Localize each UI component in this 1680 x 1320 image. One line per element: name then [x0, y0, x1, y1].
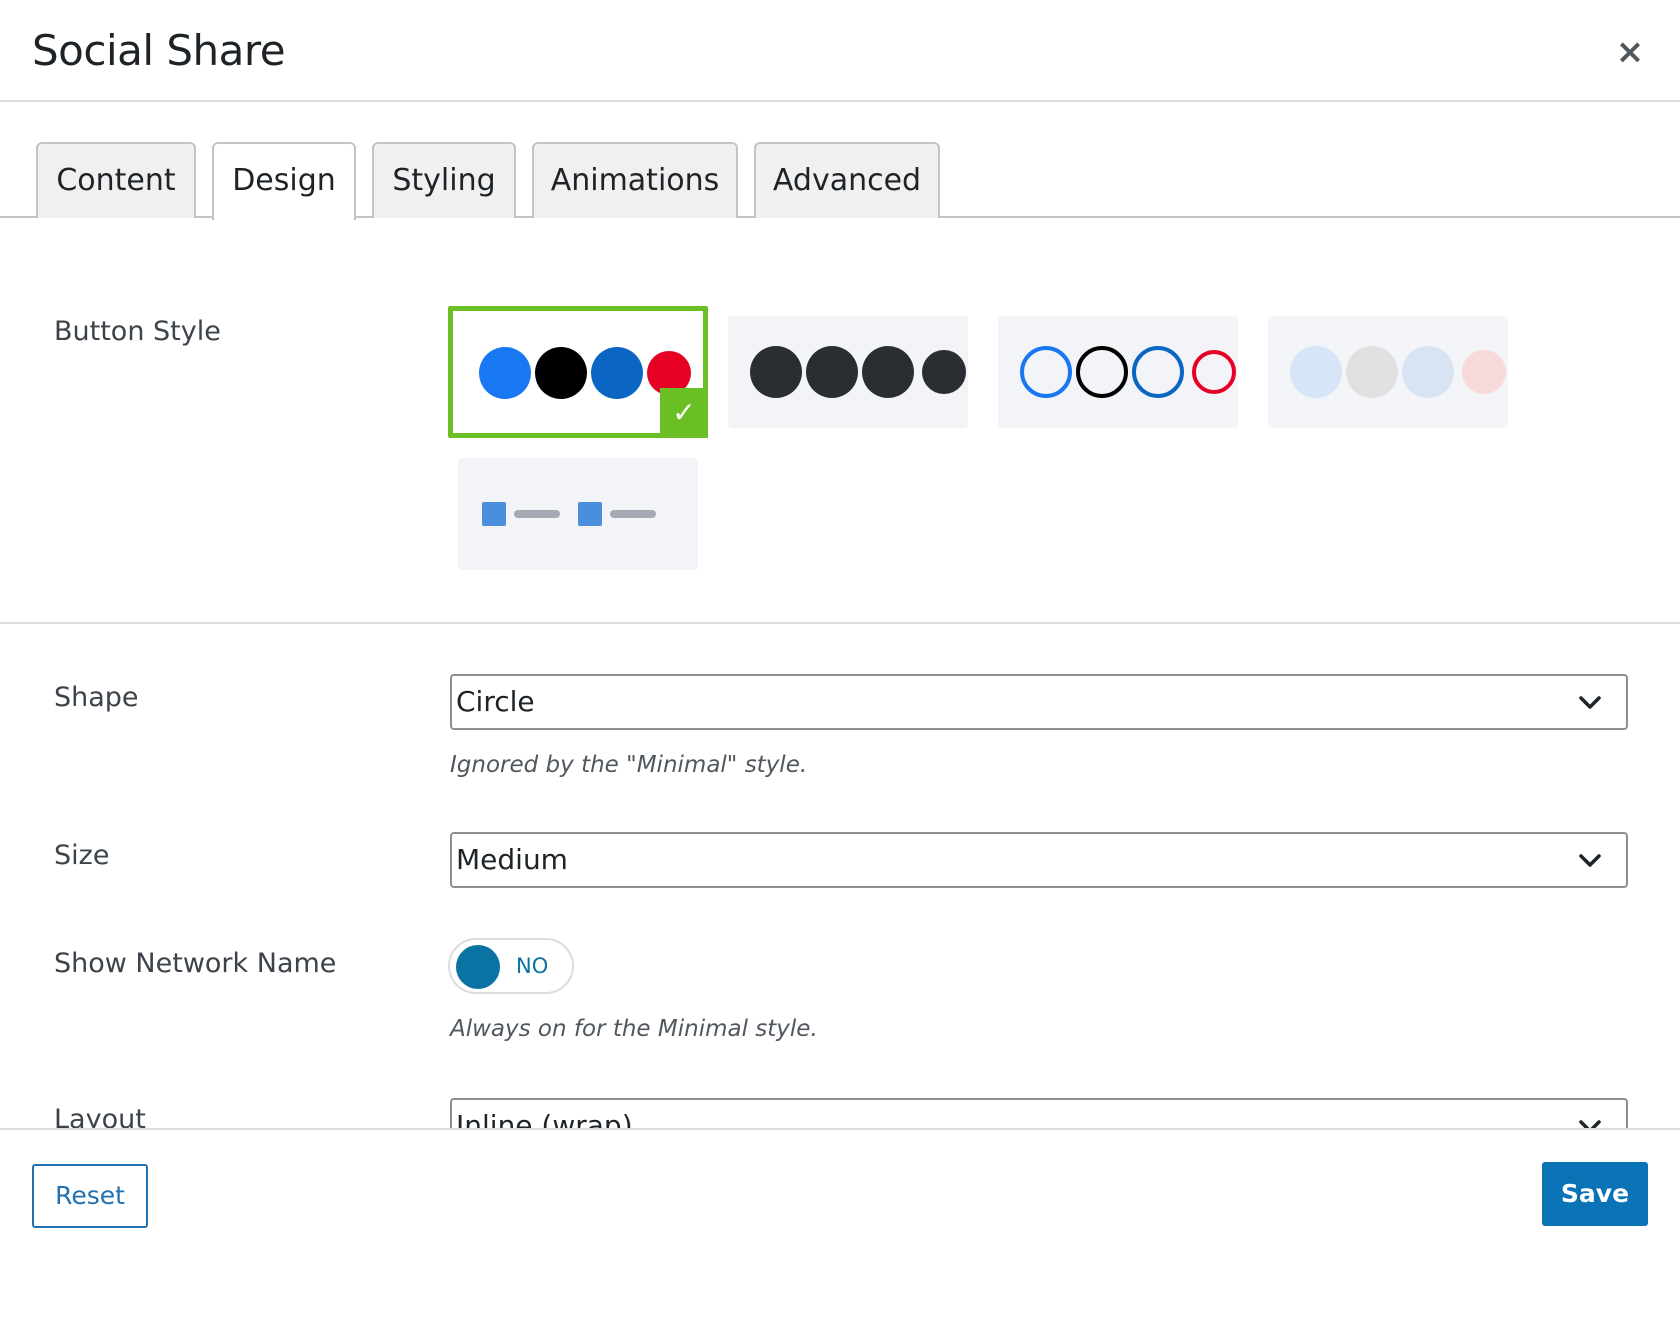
reset-button[interactable]: Reset [32, 1164, 148, 1228]
chevron-down-icon [1579, 696, 1601, 709]
shape-hint: Ignored by the "Minimal" style. [450, 752, 808, 778]
tab-content[interactable]: Content [36, 142, 196, 218]
show-network-name-hint: Always on for the Minimal style. [450, 1016, 818, 1042]
x-dot-icon [535, 347, 587, 399]
tab-advanced[interactable]: Advanced [754, 142, 940, 218]
size-label: Size [54, 840, 110, 871]
dialog-footer: Reset Save [0, 1128, 1680, 1320]
light-dot-icon [1290, 346, 1342, 398]
text-bar [610, 510, 656, 518]
layout-select[interactable]: Inline (wrap) [450, 1098, 1628, 1130]
shape-value: Circle [456, 685, 535, 718]
design-panel: Button Style ✓ Shape Circle Ignored by t… [0, 218, 1680, 1130]
show-network-name-toggle[interactable]: NO [448, 938, 574, 994]
section-divider [0, 622, 1680, 624]
button-style-label: Button Style [54, 316, 221, 347]
toggle-knob [456, 945, 500, 989]
outline-dot-icon [1192, 350, 1236, 394]
style-option-dark[interactable] [728, 316, 968, 428]
style-option-minimal[interactable] [458, 458, 698, 570]
dark-dot-icon [862, 346, 914, 398]
style-option-colored[interactable]: ✓ [448, 306, 708, 438]
dark-dot-icon [806, 346, 858, 398]
linkedin-dot-icon [591, 347, 643, 399]
check-icon: ✓ [660, 388, 708, 438]
style-option-outline[interactable] [998, 316, 1238, 428]
show-network-name-label: Show Network Name [54, 948, 337, 979]
save-button[interactable]: Save [1542, 1162, 1648, 1226]
tab-styling[interactable]: Styling [372, 142, 516, 218]
outline-dot-icon [1076, 346, 1128, 398]
dialog-title: Social Share [32, 26, 286, 75]
facebook-dot-icon [479, 347, 531, 399]
outline-dot-icon [1020, 346, 1072, 398]
text-bar [514, 510, 560, 518]
square-icon [482, 502, 506, 526]
dark-dot-icon [922, 350, 966, 394]
tab-design[interactable]: Design [212, 142, 356, 220]
close-icon[interactable]: × [1610, 30, 1650, 74]
square-icon [578, 502, 602, 526]
style-option-light[interactable] [1268, 316, 1508, 428]
layout-label: Layout [54, 1104, 146, 1130]
dialog-header: Social Share × [0, 0, 1680, 102]
toggle-state: NO [516, 954, 549, 978]
shape-select[interactable]: Circle [450, 674, 1628, 730]
layout-value: Inline (wrap) [456, 1109, 633, 1130]
size-select[interactable]: Medium [450, 832, 1628, 888]
tab-animations[interactable]: Animations [532, 142, 738, 218]
light-dot-icon [1346, 346, 1398, 398]
light-dot-icon [1402, 346, 1454, 398]
tab-bar: Content Design Styling Animations Advanc… [0, 102, 1680, 220]
shape-label: Shape [54, 682, 139, 713]
dark-dot-icon [750, 346, 802, 398]
outline-dot-icon [1132, 346, 1184, 398]
chevron-down-icon [1579, 854, 1601, 867]
light-dot-icon [1462, 350, 1506, 394]
size-value: Medium [456, 843, 568, 876]
